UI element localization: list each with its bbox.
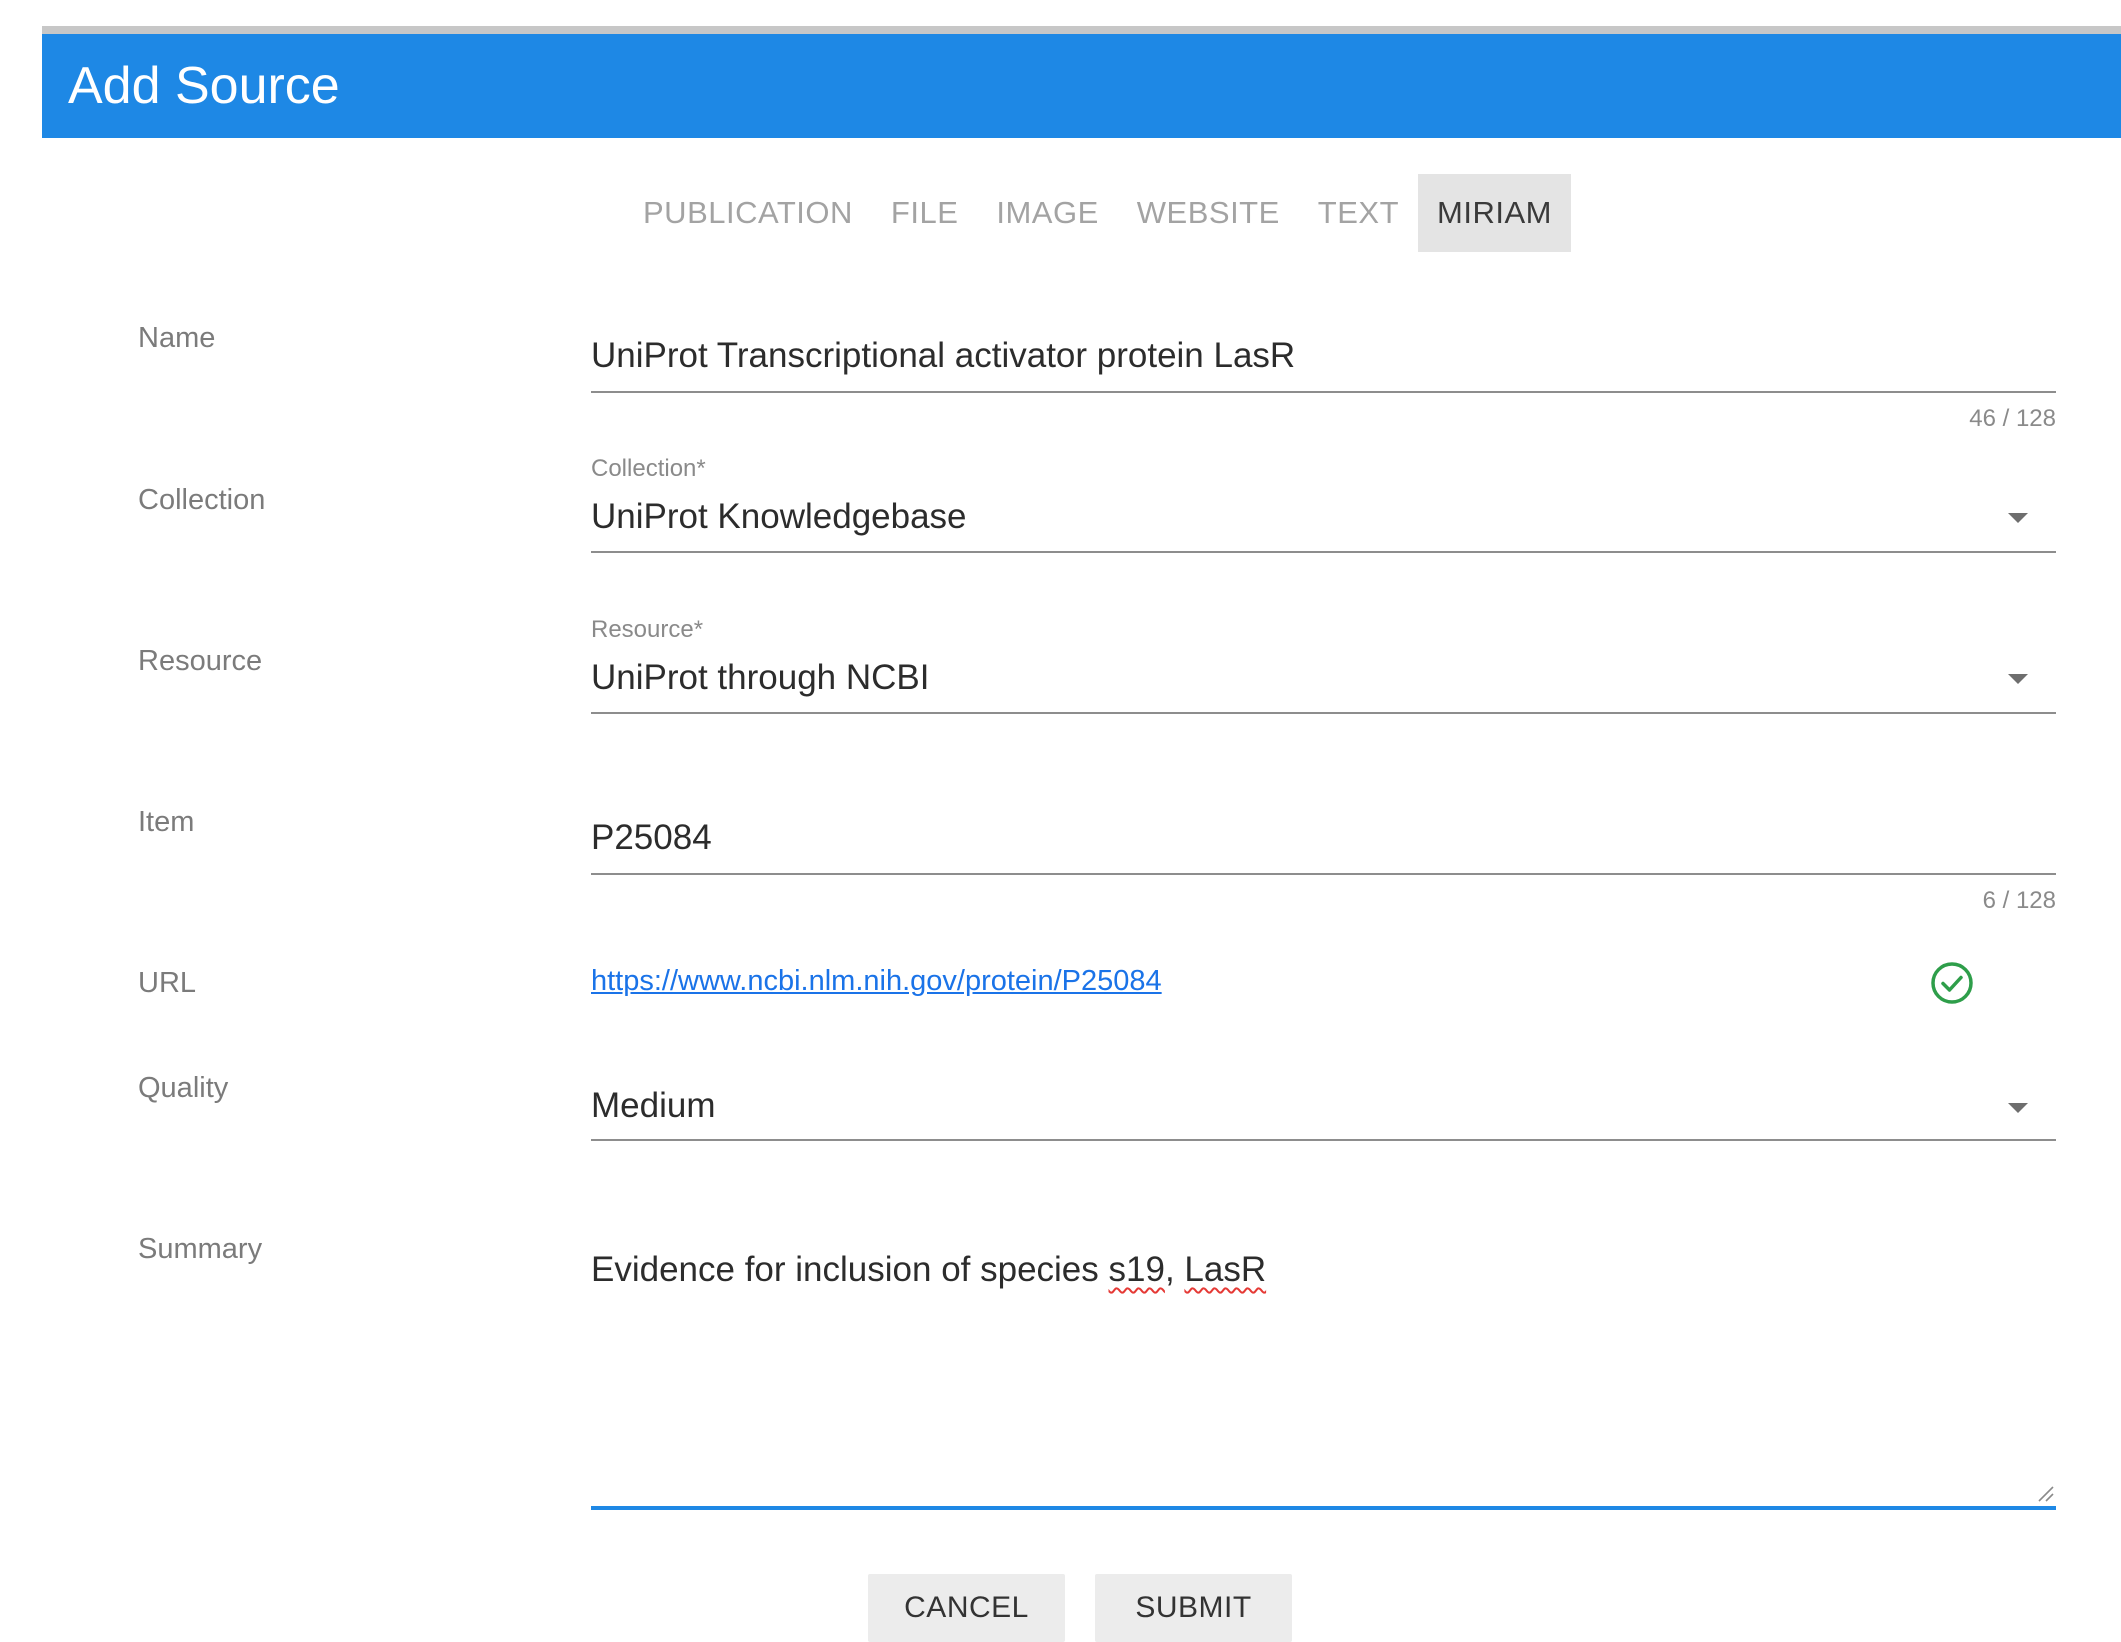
quality-select[interactable]: Medium (591, 1080, 2056, 1142)
tab-text[interactable]: TEXT (1299, 174, 1418, 252)
resize-grip-icon[interactable] (2036, 1484, 2054, 1502)
summary-text[interactable]: Evidence for inclusion of species s19, L… (591, 1250, 1266, 1290)
tab-website[interactable]: WEBSITE (1118, 174, 1299, 252)
collection-select[interactable]: Collection* UniProt Knowledgebase (591, 455, 2056, 555)
summary-text-prefix: Evidence for inclusion of species (591, 1250, 1109, 1289)
summary-focus-underline (591, 1506, 2056, 1510)
name-label: Name (138, 322, 216, 354)
dialog-header: Add Source (42, 34, 2121, 138)
item-field[interactable]: P25084 6 / 128 (591, 812, 2056, 918)
summary-textarea[interactable]: Evidence for inclusion of species s19, L… (591, 1220, 2056, 1510)
top-divider (42, 26, 2121, 34)
check-circle-icon (1931, 962, 1973, 1004)
dialog-title: Add Source (68, 57, 340, 115)
tab-image[interactable]: IMAGE (977, 174, 1117, 252)
tab-publication[interactable]: PUBLICATION (624, 174, 872, 252)
url-label: URL (138, 967, 197, 999)
summary-label: Summary (138, 1233, 263, 1265)
collection-floating-label: Collection* (591, 455, 706, 482)
cancel-button[interactable]: CANCEL (868, 1574, 1065, 1642)
quality-value[interactable]: Medium (591, 1086, 715, 1126)
name-counter: 46 / 128 (1969, 405, 2056, 432)
add-source-dialog: Add Source PUBLICATION FILE IMAGE WEBSIT… (0, 0, 2121, 1642)
spellcheck-flag-s19: s19 (1108, 1250, 1165, 1289)
name-underline (591, 391, 2056, 393)
resource-dropdown-icon[interactable] (2008, 674, 2028, 684)
quality-label: Quality (138, 1072, 229, 1104)
collection-underline (591, 551, 2056, 553)
resource-floating-label: Resource* (591, 616, 704, 643)
collection-value[interactable]: UniProt Knowledgebase (591, 497, 967, 537)
tab-miriam[interactable]: MIRIAM (1418, 174, 1571, 252)
resource-select[interactable]: Resource* UniProt through NCBI (591, 616, 2056, 716)
summary-text-separator: , (1164, 1250, 1185, 1289)
name-field[interactable]: UniProt Transcriptional activator protei… (591, 330, 2056, 436)
item-counter: 6 / 128 (1982, 887, 2056, 914)
source-type-tabs: PUBLICATION FILE IMAGE WEBSITE TEXT MIRI… (624, 174, 1571, 252)
collection-dropdown-icon[interactable] (2008, 513, 2028, 523)
submit-button[interactable]: SUBMIT (1095, 1574, 1292, 1642)
resource-label: Resource (138, 645, 263, 677)
item-label: Item (138, 806, 195, 838)
resource-value[interactable]: UniProt through NCBI (591, 658, 929, 698)
resource-underline (591, 712, 2056, 714)
spellcheck-flag-lasr: LasR (1184, 1250, 1267, 1289)
item-value[interactable]: P25084 (591, 818, 712, 858)
url-link[interactable]: https://www.ncbi.nlm.nih.gov/protein/P25… (591, 965, 1162, 998)
name-value[interactable]: UniProt Transcriptional activator protei… (591, 336, 1295, 376)
quality-dropdown-icon[interactable] (2008, 1103, 2028, 1113)
item-underline (591, 873, 2056, 875)
tab-file[interactable]: FILE (872, 174, 977, 252)
quality-underline (591, 1139, 2056, 1141)
collection-label: Collection (138, 484, 266, 516)
